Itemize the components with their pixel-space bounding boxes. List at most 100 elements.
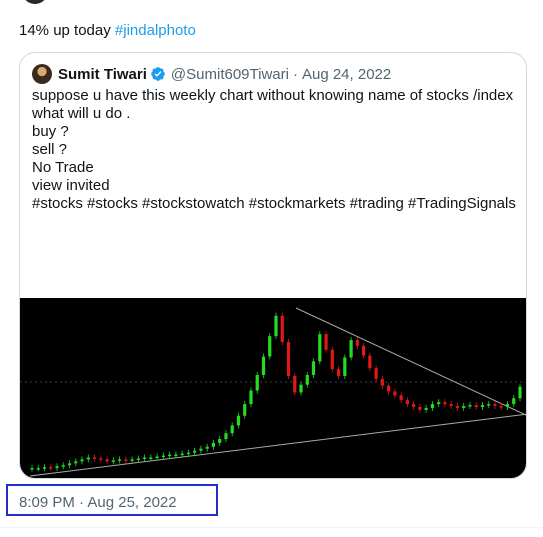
- candle-body: [430, 404, 435, 408]
- candle-body: [474, 405, 478, 407]
- hashtag-link[interactable]: #jindalphoto: [115, 22, 196, 39]
- divider: [0, 527, 543, 528]
- candle-body: [455, 406, 460, 408]
- candle-body: [261, 356, 266, 375]
- candle-body: [218, 439, 222, 443]
- author-avatar[interactable]: [22, 0, 48, 4]
- candle-body: [111, 460, 115, 462]
- candle-body: [487, 404, 491, 406]
- candle-body: [355, 340, 359, 346]
- candle-body: [311, 361, 316, 375]
- candle-body: [518, 386, 522, 399]
- quoted-handle[interactable]: @Sumit609Tiwari: [171, 66, 289, 83]
- trendline-upper: [295, 307, 526, 416]
- candle-body: [299, 384, 303, 393]
- tweet-body: 14% up today: [19, 22, 115, 39]
- candle-body: [343, 357, 347, 376]
- candle-body: [399, 395, 403, 401]
- candle-body: [99, 458, 103, 460]
- candle-body: [449, 404, 453, 407]
- candle-body: [49, 467, 53, 469]
- candle-body: [249, 390, 253, 405]
- candle-body: [499, 406, 503, 408]
- candle-body: [274, 315, 278, 337]
- candle-body: [105, 459, 109, 462]
- quoted-author-avatar[interactable]: [32, 64, 52, 84]
- candle-body: [130, 459, 134, 461]
- candle-body: [462, 406, 466, 408]
- candle-body: [255, 374, 259, 391]
- candle-body: [318, 334, 322, 362]
- candle-body: [155, 456, 159, 458]
- candle-body: [393, 391, 397, 396]
- quoted-tweet-body: suppose u have this weekly chart without…: [32, 87, 516, 213]
- chart-image[interactable]: [20, 298, 526, 478]
- quote-line: buy ?: [32, 123, 69, 140]
- candle-body: [143, 457, 147, 459]
- quoted-author-name[interactable]: Sumit Tiwari: [58, 66, 147, 83]
- candle-body: [161, 455, 165, 458]
- quote-line: what will u do .: [32, 105, 131, 122]
- candle-body: [92, 457, 97, 459]
- candle-body: [293, 375, 297, 393]
- quoted-tweet-card[interactable]: Sumit Tiwari @Sumit609Tiwari · Aug 24, 2…: [19, 52, 527, 479]
- candle-body: [405, 400, 409, 405]
- candle-body: [368, 355, 372, 369]
- trendline-lower: [29, 413, 526, 477]
- candle-body: [211, 442, 216, 447]
- candle-body: [437, 402, 441, 405]
- candle-body: [236, 415, 241, 426]
- candle-body: [186, 452, 191, 455]
- candle-body: [193, 450, 197, 453]
- quoted-date[interactable]: Aug 24, 2022: [302, 66, 391, 83]
- candle-body: [268, 336, 272, 357]
- candle-body: [61, 465, 65, 467]
- candle-body: [443, 402, 447, 405]
- candle-body: [280, 315, 284, 342]
- tweet-text: 14% up today #jindalphoto: [19, 21, 196, 41]
- candle-body: [199, 448, 203, 451]
- candle-body: [330, 349, 334, 370]
- candle-body: [505, 404, 510, 407]
- quote-line: No Trade: [32, 159, 94, 176]
- candle-body: [36, 468, 40, 470]
- candle-body: [480, 405, 485, 407]
- tweet-timestamp[interactable]: 8:09 PM · Aug 25, 2022: [19, 494, 177, 511]
- candle-body: [224, 433, 228, 440]
- candle-body: [493, 404, 497, 407]
- candle-body: [205, 446, 209, 449]
- quote-line: view invited: [32, 177, 110, 194]
- candle-body: [86, 457, 90, 460]
- candle-body: [42, 467, 47, 469]
- candle-body: [180, 453, 184, 456]
- candle-body: [243, 404, 247, 416]
- candle-body: [80, 459, 84, 462]
- candle-body: [387, 385, 391, 392]
- candle-body: [512, 398, 516, 405]
- quote-line: suppose u have this weekly chart without…: [32, 87, 514, 104]
- quote-hashtags[interactable]: #stocks #stocks #stockstowatch #stockmar…: [32, 195, 516, 213]
- candlestick-chart: [20, 307, 526, 477]
- candle-body: [286, 341, 291, 376]
- candle-body: [174, 454, 178, 457]
- candle-body: [168, 454, 172, 457]
- verified-badge-icon: [151, 67, 165, 81]
- candle-body: [136, 458, 140, 460]
- candle-body: [374, 368, 378, 379]
- candle-body: [361, 345, 366, 356]
- candle-body: [74, 461, 78, 464]
- candle-body: [149, 457, 153, 459]
- candle-body: [468, 405, 472, 407]
- candle-body: [336, 369, 341, 376]
- candle-body: [117, 459, 122, 461]
- candle-body: [30, 468, 34, 470]
- candle-body: [230, 425, 234, 434]
- meta-separator: ·: [292, 65, 298, 83]
- candle-body: [349, 340, 353, 358]
- candle-body: [424, 407, 428, 410]
- candle-body: [324, 334, 328, 350]
- quote-line: sell ?: [32, 141, 68, 158]
- candle-body: [380, 378, 384, 386]
- candle-body: [67, 463, 72, 466]
- candle-body: [412, 404, 416, 407]
